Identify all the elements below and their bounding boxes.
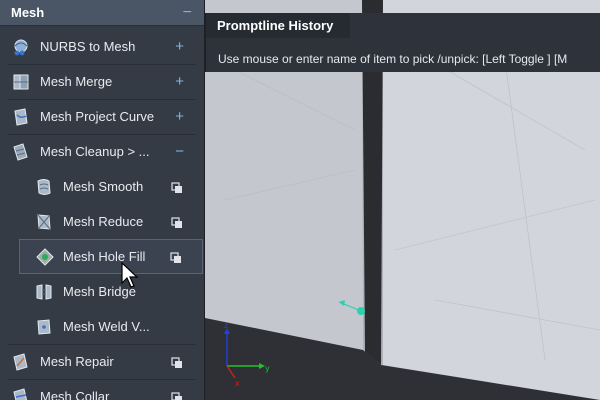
palette-item-label: Mesh Collar bbox=[40, 389, 110, 400]
option-box-icon[interactable] bbox=[171, 391, 183, 400]
option-box-icon[interactable] bbox=[171, 216, 183, 228]
mesh-merge-icon bbox=[11, 72, 31, 92]
palette-item-mesh-project-curve[interactable]: Mesh Project Curve + bbox=[0, 99, 204, 134]
palette-item-label: Mesh Merge bbox=[40, 74, 113, 89]
nurbs-to-mesh-icon bbox=[11, 37, 31, 57]
mesh-bridge-icon bbox=[34, 282, 54, 302]
mesh-cleanup-icon bbox=[11, 142, 31, 162]
promptline-history-panel: Promptline History Use mouse or enter na… bbox=[205, 13, 600, 72]
palette-item-label: Mesh Project Curve bbox=[40, 109, 155, 124]
prompt-message: Use mouse or enter name of item to pick … bbox=[218, 52, 568, 66]
axis-z-label: z bbox=[224, 321, 228, 330]
mesh-weld-icon bbox=[34, 317, 54, 337]
mesh-hole-fill-icon bbox=[35, 247, 55, 267]
palette-item-mesh-cleanup[interactable]: Mesh Cleanup > ... − bbox=[0, 134, 204, 169]
palette-item-mesh-merge[interactable]: Mesh Merge + bbox=[0, 64, 204, 99]
axis-triad: z y x bbox=[224, 321, 270, 388]
option-box-icon[interactable] bbox=[171, 181, 183, 193]
option-box-icon[interactable] bbox=[171, 356, 183, 368]
palette-item-label: Mesh Repair bbox=[40, 354, 114, 369]
palette-item-label: NURBS to Mesh bbox=[40, 39, 136, 54]
mesh-project-curve-icon bbox=[11, 107, 31, 127]
palette-item-mesh-repair[interactable]: Mesh Repair bbox=[0, 344, 204, 379]
mouse-cursor-icon bbox=[121, 262, 139, 288]
mesh-repair-icon bbox=[11, 352, 31, 372]
palette-item-mesh-weld[interactable]: Mesh Weld V... bbox=[0, 309, 204, 344]
add-icon[interactable]: + bbox=[175, 74, 184, 89]
option-box-icon[interactable] bbox=[170, 251, 182, 263]
palette-item-mesh-bridge[interactable]: Mesh Bridge bbox=[0, 274, 204, 309]
promptline-history-tab[interactable]: Promptline History bbox=[206, 13, 350, 38]
collapse-icon[interactable]: − bbox=[183, 4, 192, 21]
palette-item-label: Mesh Weld V... bbox=[63, 319, 150, 334]
palette-item-nurbs-to-mesh[interactable]: NURBS to Mesh + bbox=[0, 29, 204, 64]
palette-item-mesh-smooth[interactable]: Mesh Smooth bbox=[0, 169, 204, 204]
palette-item-mesh-hole-fill[interactable]: Mesh Hole Fill bbox=[19, 239, 203, 274]
mesh-smooth-icon bbox=[34, 177, 54, 197]
add-icon[interactable]: + bbox=[175, 109, 184, 124]
mesh-palette: Mesh − NURBS to Mesh + Mesh Merge + Mesh… bbox=[0, 0, 205, 400]
palette-item-label: Mesh Reduce bbox=[63, 214, 144, 229]
collapse-icon[interactable]: − bbox=[175, 144, 184, 159]
axis-y-label: y bbox=[265, 364, 270, 373]
mesh-reduce-icon bbox=[34, 212, 54, 232]
palette-item-label: Mesh Cleanup > ... bbox=[40, 144, 150, 159]
axis-x-label: x bbox=[235, 379, 240, 388]
palette-item-label: Mesh Smooth bbox=[63, 179, 144, 194]
palette-item-mesh-reduce[interactable]: Mesh Reduce bbox=[0, 204, 204, 239]
add-icon[interactable]: + bbox=[175, 39, 184, 54]
palette-item-mesh-collar[interactable]: Mesh Collar bbox=[0, 379, 204, 400]
palette-header[interactable]: Mesh − bbox=[0, 0, 204, 26]
palette-title: Mesh bbox=[11, 5, 45, 20]
mesh-collar-icon bbox=[11, 387, 31, 400]
